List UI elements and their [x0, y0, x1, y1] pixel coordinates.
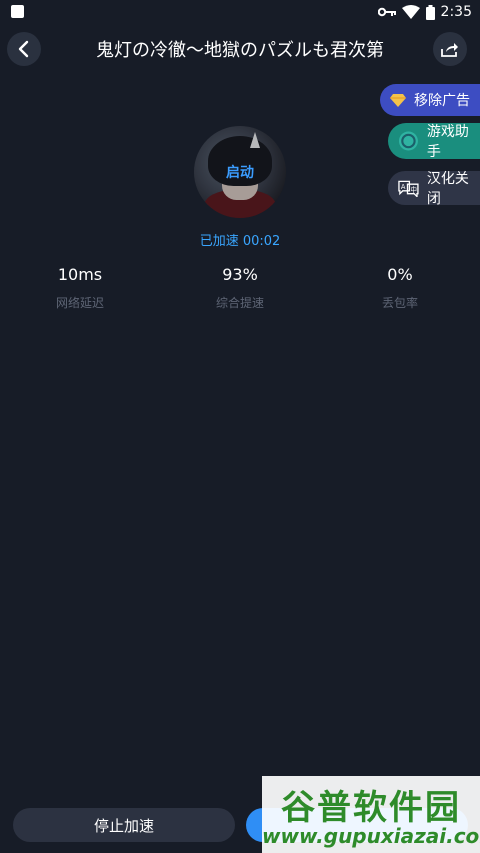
status-bar: 2:35 [0, 0, 480, 24]
localization-label: 汉化关闭 [426, 171, 469, 207]
remove-ad-button[interactable]: 移除广告 [380, 84, 480, 116]
stop-acceleration-button[interactable]: 停止加速 [13, 808, 235, 842]
game-assistant-label: 游戏助手 [426, 124, 469, 160]
vpn-key-icon [377, 7, 396, 17]
stat-value: 0% [387, 265, 413, 284]
wifi-icon [401, 5, 420, 19]
remove-ad-label: 移除广告 [414, 93, 470, 109]
stat-latency: 10ms 网络延迟 [20, 265, 140, 311]
stat-speedup: 93% 综合提速 [180, 265, 300, 311]
chevron-left-icon [18, 40, 29, 58]
stat-value: 10ms [57, 265, 103, 284]
translate-icon: A 中 [398, 180, 419, 197]
watermark-brand: 谷普软件园 [281, 788, 461, 828]
battery-icon [425, 4, 435, 20]
game-assistant-button[interactable]: 游戏助手 [388, 123, 480, 160]
svg-text:A: A [401, 183, 406, 191]
page-title: 鬼灯の冷徹〜地獄のパズルも君次第 [96, 40, 384, 61]
clock: 2:35 [440, 4, 472, 20]
stat-label: 网络延迟 [55, 296, 104, 310]
stat-label: 丢包率 [381, 296, 418, 310]
share-icon [441, 43, 458, 57]
notification-icon [11, 5, 24, 18]
stat-label: 综合提速 [215, 296, 264, 310]
game-start-button[interactable]: 启动 [194, 126, 286, 218]
stat-packet-loss: 0% 丢包率 [340, 265, 460, 311]
share-button[interactable] [433, 32, 467, 66]
diamond-icon [390, 94, 406, 107]
acceleration-status: 已加速 00:02 [199, 234, 281, 249]
top-bar: 鬼灯の冷徹〜地獄のパズルも君次第 [0, 30, 480, 70]
stat-value: 93% [222, 265, 258, 284]
assistant-ring-icon [398, 131, 418, 151]
stop-acceleration-label: 停止加速 [93, 816, 154, 835]
localization-toggle-button[interactable]: A 中 汉化关闭 [388, 171, 480, 207]
stats-row: 10ms 网络延迟 93% 综合提速 0% 丢包率 [0, 265, 480, 325]
watermark-url: www.gupuxiazai.com [262, 824, 480, 848]
back-button[interactable] [7, 32, 41, 66]
watermark: 谷普软件园 www.gupuxiazai.com [262, 776, 480, 853]
start-label: 启动 [226, 165, 254, 181]
svg-text:中: 中 [410, 185, 417, 194]
